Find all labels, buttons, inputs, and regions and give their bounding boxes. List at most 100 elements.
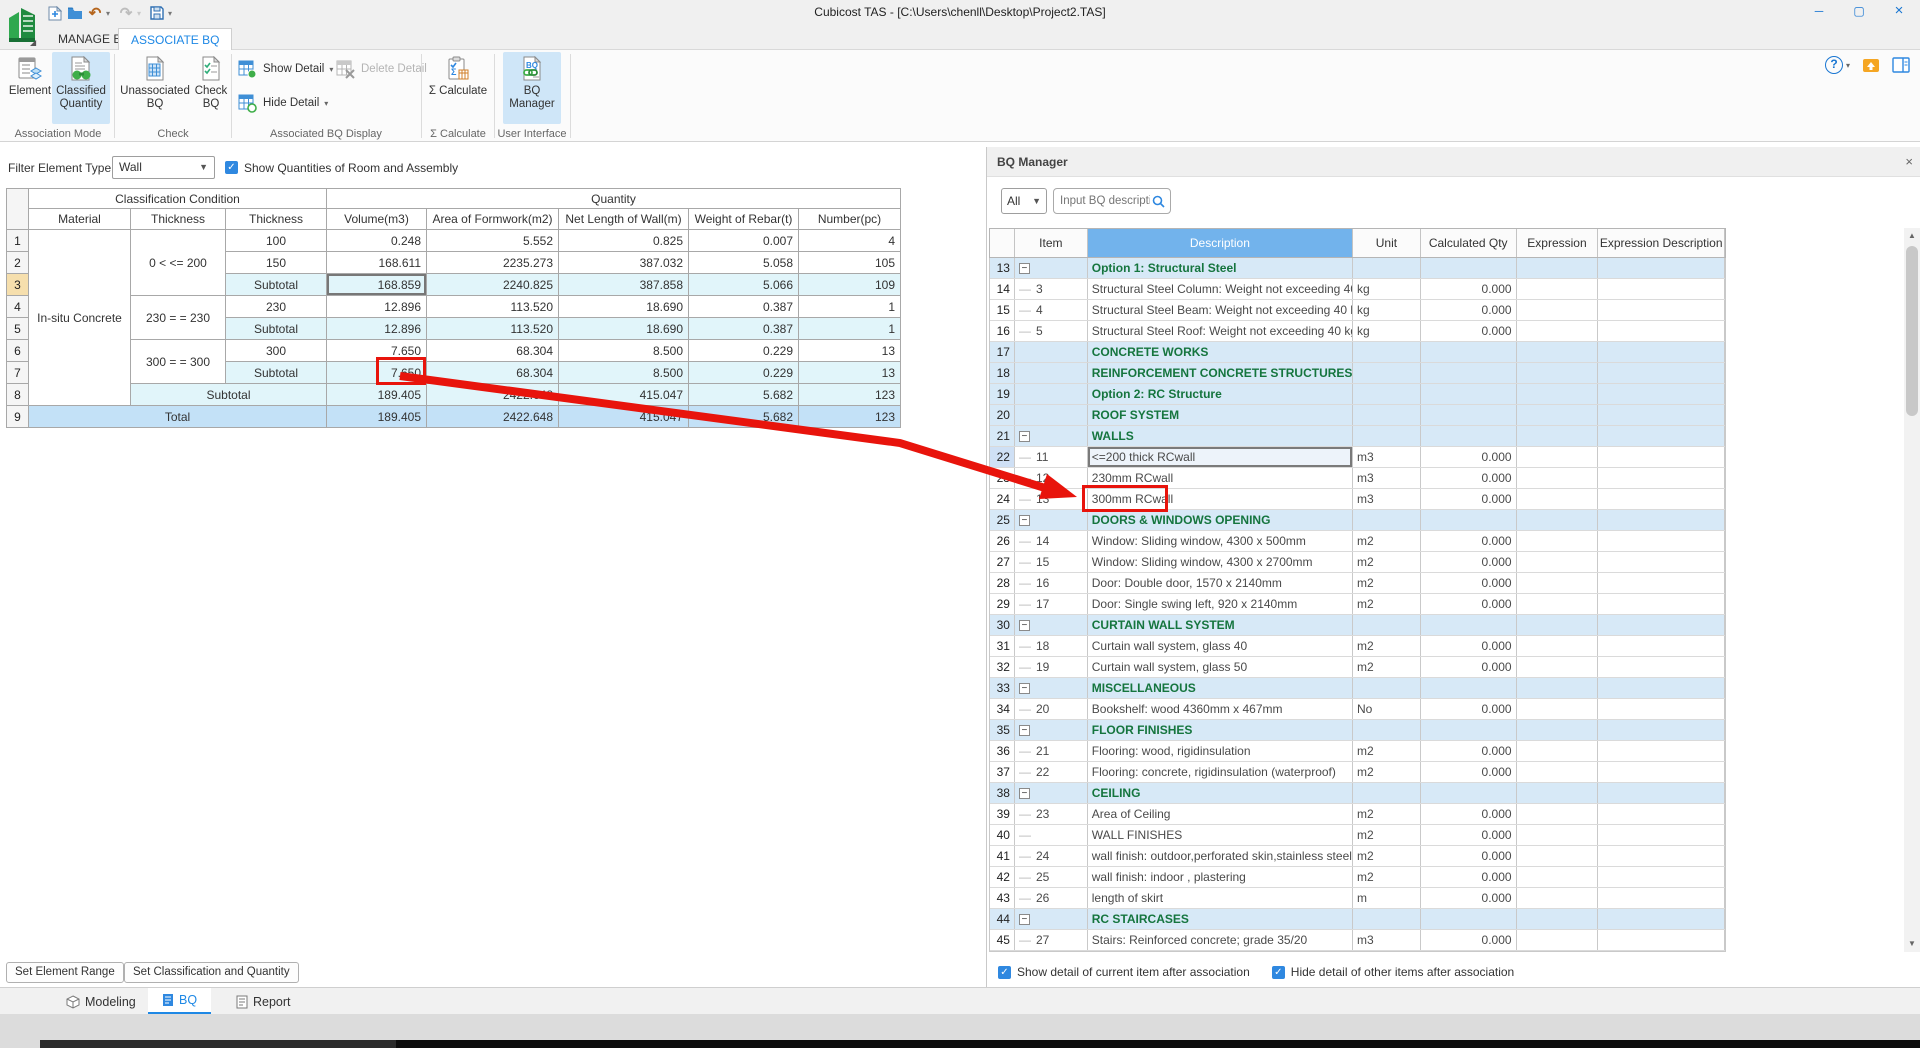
bq-expression-cell[interactable] — [1517, 678, 1599, 698]
save-caret-icon[interactable]: ▾ — [168, 9, 177, 18]
bq-description-cell[interactable]: DOORS & WINDOWS OPENING — [1088, 510, 1353, 530]
bq-qty-cell[interactable] — [1421, 783, 1517, 803]
bq-qty-cell[interactable]: 0.000 — [1421, 762, 1517, 782]
scrollbar-thumb[interactable] — [1906, 246, 1918, 416]
bq-item-cell[interactable]: —25 — [1015, 867, 1088, 887]
bq-description-cell[interactable]: length of skirt — [1088, 888, 1353, 908]
bq-description-cell[interactable]: Option 1: Structural Steel — [1088, 258, 1353, 278]
bq-expression-cell[interactable] — [1517, 825, 1599, 845]
cell[interactable]: 168.859 — [327, 274, 427, 296]
cell[interactable]: 18.690 — [559, 296, 689, 318]
cell[interactable]: 415.047 — [559, 384, 689, 406]
bq-row[interactable]: 38−CEILING — [990, 783, 1725, 804]
collapse-icon[interactable]: − — [1019, 683, 1030, 694]
bq-row[interactable]: 36—21Flooring: wood, rigidinsulationm20.… — [990, 741, 1725, 762]
bq-qty-cell[interactable] — [1421, 720, 1517, 740]
bq-expression-description-cell[interactable] — [1598, 636, 1725, 656]
bq-expression-description-cell[interactable] — [1598, 783, 1725, 803]
bq-description-cell[interactable]: Area of Ceiling — [1088, 804, 1353, 824]
bq-qty-cell[interactable]: 0.000 — [1421, 636, 1517, 656]
upgrade-icon[interactable] — [1862, 56, 1880, 74]
set-classification-quantity-button[interactable]: Set Classification and Quantity — [124, 962, 299, 983]
cell[interactable]: 189.405 — [327, 384, 427, 406]
classified-quantity-button[interactable]: Classified Quantity — [52, 52, 110, 124]
cell[interactable]: 100 — [226, 230, 327, 252]
bq-row-number[interactable]: 24 — [990, 489, 1015, 509]
panel-layout-icon[interactable] — [1892, 56, 1910, 74]
bq-description-cell[interactable]: WALL FINISHES — [1088, 825, 1353, 845]
bq-description-cell[interactable]: REINFORCEMENT CONCRETE STRUCTURES — [1088, 363, 1353, 383]
cell[interactable]: 5.682 — [689, 384, 799, 406]
bq-expression-cell[interactable] — [1517, 489, 1599, 509]
cell[interactable]: 12.896 — [327, 318, 427, 340]
row-number[interactable]: 4 — [7, 296, 29, 318]
bq-row-number[interactable]: 38 — [990, 783, 1015, 803]
bq-row-number[interactable]: 32 — [990, 657, 1015, 677]
bq-unit-cell[interactable] — [1353, 384, 1421, 404]
bq-item-cell[interactable]: —19 — [1015, 657, 1088, 677]
bq-unit-cell[interactable] — [1353, 342, 1421, 362]
bq-item-cell[interactable]: —23 — [1015, 804, 1088, 824]
bq-expression-description-cell[interactable] — [1598, 762, 1725, 782]
bq-description-cell[interactable]: Curtain wall system, glass 50 — [1088, 657, 1353, 677]
bq-expression-description-cell[interactable] — [1598, 594, 1725, 614]
collapse-icon[interactable]: − — [1019, 515, 1030, 526]
new-file-icon[interactable] — [46, 4, 64, 22]
cell[interactable]: 68.304 — [427, 362, 559, 384]
cell[interactable]: 0.007 — [689, 230, 799, 252]
bq-qty-cell[interactable]: 0.000 — [1421, 468, 1517, 488]
bq-qty-cell[interactable]: 0.000 — [1421, 321, 1517, 341]
cell[interactable]: Total — [29, 406, 327, 428]
bq-expression-cell[interactable] — [1517, 615, 1599, 635]
search-icon[interactable] — [1152, 195, 1165, 208]
bq-row[interactable]: 29—17Door: Single swing left, 920 x 2140… — [990, 594, 1725, 615]
bq-expression-cell[interactable] — [1517, 279, 1599, 299]
bq-row-number[interactable]: 21 — [990, 426, 1015, 446]
bq-row-number[interactable]: 22 — [990, 447, 1015, 467]
bq-row-number[interactable]: 36 — [990, 741, 1015, 761]
bq-row[interactable]: 14—3Structural Steel Column: Weight not … — [990, 279, 1725, 300]
bq-expression-description-cell[interactable] — [1598, 930, 1725, 950]
bq-unit-cell[interactable] — [1353, 405, 1421, 425]
bq-expression-description-cell[interactable] — [1598, 426, 1725, 446]
bq-qty-cell[interactable] — [1421, 909, 1517, 929]
bq-expression-cell[interactable] — [1517, 720, 1599, 740]
bq-description-cell[interactable]: RC STAIRCASES — [1088, 909, 1353, 929]
bq-row-number[interactable]: 17 — [990, 342, 1015, 362]
collapse-icon[interactable]: − — [1019, 431, 1030, 442]
bq-expression-cell[interactable] — [1517, 783, 1599, 803]
bq-item-cell[interactable]: − — [1015, 720, 1088, 740]
bq-qty-cell[interactable]: 0.000 — [1421, 657, 1517, 677]
bq-unit-cell[interactable]: m3 — [1353, 447, 1421, 467]
bq-unit-cell[interactable] — [1353, 258, 1421, 278]
bq-row[interactable]: 43—26length of skirtm0.000 — [990, 888, 1725, 909]
bq-qty-cell[interactable]: 0.000 — [1421, 279, 1517, 299]
bq-expression-cell[interactable] — [1517, 594, 1599, 614]
bq-description-cell[interactable]: Door: Double door, 1570 x 2140mm — [1088, 573, 1353, 593]
bq-qty-cell[interactable] — [1421, 510, 1517, 530]
cell[interactable]: 415.047 — [559, 406, 689, 428]
bq-item-cell[interactable]: − — [1015, 909, 1088, 929]
bq-expression-cell[interactable] — [1517, 363, 1599, 383]
bq-filter-select[interactable]: All ▼ — [1001, 188, 1047, 214]
bq-row[interactable]: 33−MISCELLANEOUS — [990, 678, 1725, 699]
cell[interactable]: 12.896 — [327, 296, 427, 318]
bq-unit-cell[interactable] — [1353, 615, 1421, 635]
bq-qty-cell[interactable] — [1421, 678, 1517, 698]
bq-expression-cell[interactable] — [1517, 321, 1599, 341]
bq-row[interactable]: 23—12230mm RCwallm30.000 — [990, 468, 1725, 489]
bq-row-number[interactable]: 45 — [990, 930, 1015, 950]
bq-expression-description-cell[interactable] — [1598, 489, 1725, 509]
bq-description-cell[interactable]: 230mm RCwall — [1088, 468, 1353, 488]
bq-unit-cell[interactable] — [1353, 909, 1421, 929]
bq-description-cell[interactable]: Structural Steel Beam: Weight not exceed… — [1088, 300, 1353, 320]
bq-row-number[interactable]: 28 — [990, 573, 1015, 593]
bq-row-number[interactable]: 19 — [990, 384, 1015, 404]
bq-expression-cell[interactable] — [1517, 888, 1599, 908]
row-number[interactable]: 6 — [7, 340, 29, 362]
bq-item-cell[interactable] — [1015, 363, 1088, 383]
bq-description-cell[interactable]: Structural Steel Column: Weight not exce… — [1088, 279, 1353, 299]
scroll-up-icon[interactable]: ▲ — [1904, 228, 1920, 244]
cell[interactable]: 0.825 — [559, 230, 689, 252]
bq-row[interactable]: 40—WALL FINISHESm20.000 — [990, 825, 1725, 846]
